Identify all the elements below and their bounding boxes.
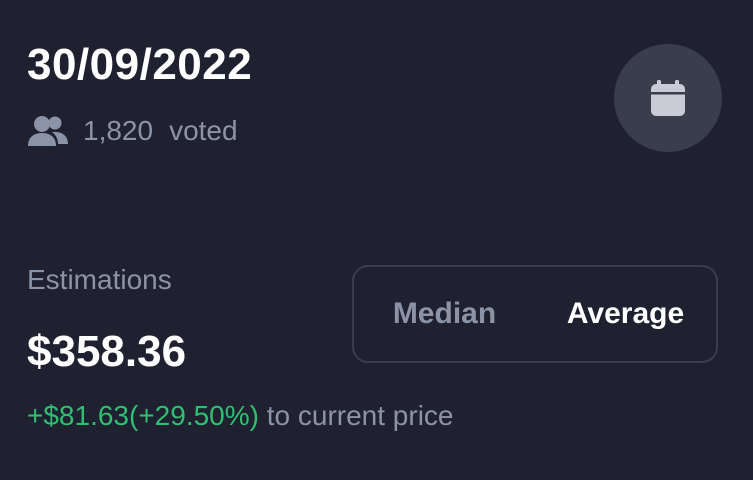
price-change-row: +$81.63(+29.50%) to current price <box>27 400 454 432</box>
median-average-toggle: Median Average <box>352 265 718 363</box>
estimation-value: $358.36 <box>27 327 187 376</box>
voted-label: voted <box>169 115 238 146</box>
estimation-card: 30/09/2022 1,820 voted Estimations $358.… <box>0 0 753 480</box>
voted-count: 1,820 <box>83 115 154 146</box>
voted-row: 1,820 voted <box>27 113 238 149</box>
price-change-suffix: to current price <box>266 400 454 431</box>
date-title: 30/09/2022 <box>27 40 253 89</box>
estimations-label: Estimations <box>27 264 172 295</box>
price-change-value: +$81.63(+29.50%) <box>27 400 259 431</box>
users-icon <box>27 113 69 149</box>
calendar-button[interactable] <box>614 44 722 152</box>
median-option[interactable]: Median <box>354 297 535 331</box>
calendar-icon <box>648 78 688 118</box>
average-option[interactable]: Average <box>535 297 716 331</box>
